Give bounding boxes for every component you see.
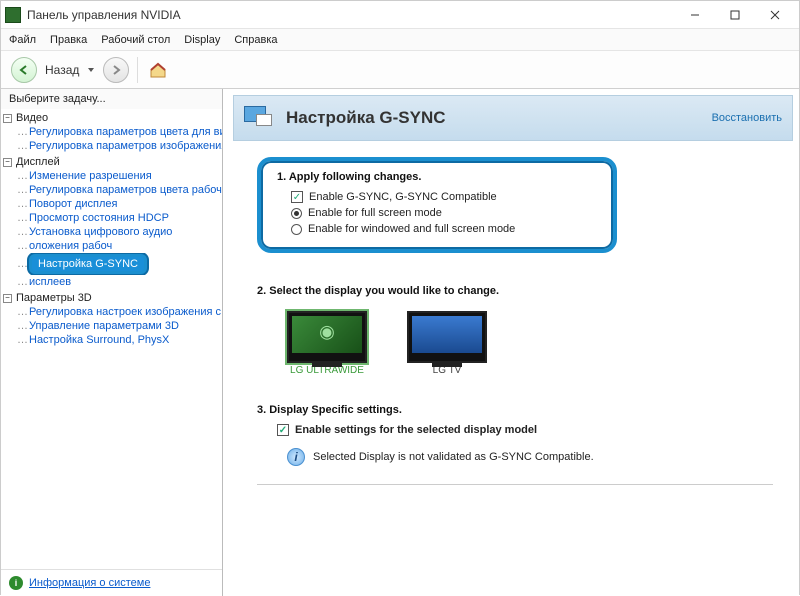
- tree-group-video[interactable]: −Видео: [3, 111, 222, 125]
- tree-item[interactable]: Регулировка параметров цвета для вид: [17, 125, 222, 139]
- tree-item[interactable]: Установка цифрового аудио: [17, 225, 222, 239]
- tree-group-display[interactable]: −Дисплей: [3, 155, 222, 169]
- tree-item[interactable]: Просмотр состояния HDCP: [17, 211, 222, 225]
- info-text: Selected Display is not validated as G-S…: [313, 451, 594, 463]
- monitor-icon: [407, 311, 487, 363]
- tree-item[interactable]: Настройка Surround, PhysX: [17, 333, 222, 347]
- restore-defaults-link[interactable]: Восстановить: [712, 112, 782, 124]
- windowed-label: Enable for windowed and full screen mode: [308, 223, 515, 235]
- menu-file[interactable]: Файл: [9, 34, 36, 46]
- tree-item[interactable]: Регулировка параметров изображения д: [17, 139, 222, 153]
- menu-desktop[interactable]: Рабочий стол: [101, 34, 170, 46]
- minimize-button[interactable]: [675, 4, 715, 26]
- content-footer-divider: [257, 484, 773, 485]
- maximize-button[interactable]: [715, 4, 755, 26]
- sidebar: Выберите задачу... −Видео Регулировка па…: [1, 89, 223, 596]
- display-option-2[interactable]: LG TV: [407, 311, 487, 376]
- menu-edit[interactable]: Правка: [50, 34, 87, 46]
- home-button[interactable]: [146, 58, 170, 82]
- step1-title: 1. Apply following changes.: [277, 171, 597, 183]
- step3-title: 3. Display Specific settings.: [257, 404, 773, 416]
- windowed-radio[interactable]: [291, 224, 302, 235]
- step1-highlight-box: 1. Apply following changes. ✓ Enable G-S…: [257, 157, 617, 253]
- nvidia-logo-icon: ◉: [319, 322, 335, 343]
- info-icon: i: [287, 448, 305, 466]
- menubar: Файл Правка Рабочий стол Display Справка: [1, 29, 799, 51]
- tree-item[interactable]: Управление параметрами 3D: [17, 319, 222, 333]
- toolbar-divider: [137, 57, 138, 83]
- tree-item[interactable]: Поворот дисплея: [17, 197, 222, 211]
- home-icon: [148, 61, 168, 79]
- sidebar-footer: i Информация о системе: [1, 569, 222, 596]
- toolbar: Назад: [1, 51, 799, 89]
- back-button[interactable]: [11, 57, 37, 83]
- close-button[interactable]: [755, 4, 795, 26]
- content-pane: Настройка G-SYNC Восстановить 1. Apply f…: [223, 89, 799, 596]
- sidebar-header: Выберите задачу...: [1, 89, 222, 109]
- system-info-icon: i: [9, 576, 23, 590]
- nvidia-app-icon: [5, 7, 21, 23]
- titlebar: Панель управления NVIDIA: [1, 1, 799, 29]
- back-history-dropdown[interactable]: [87, 66, 95, 74]
- fullscreen-radio[interactable]: [291, 208, 302, 219]
- monitor-icon: ◉: [287, 311, 367, 363]
- content-header: Настройка G-SYNC Восстановить: [233, 95, 793, 141]
- gsync-header-icon: [244, 104, 276, 132]
- collapse-icon[interactable]: −: [3, 158, 12, 167]
- system-info-link[interactable]: Информация о системе: [29, 577, 150, 589]
- enable-display-settings-label: Enable settings for the selected display…: [295, 424, 537, 436]
- tree-item[interactable]: оложения рабоч: [17, 239, 222, 253]
- task-tree: −Видео Регулировка параметров цвета для …: [1, 109, 222, 569]
- tree-item-gsync[interactable]: Настройка G-SYNC: [17, 253, 222, 275]
- enable-gsync-checkbox[interactable]: ✓: [291, 191, 303, 203]
- forward-button[interactable]: [103, 57, 129, 83]
- tree-item[interactable]: Регулировка настроек изображения с пр: [17, 305, 222, 319]
- back-label: Назад: [45, 63, 79, 77]
- fullscreen-label: Enable for full screen mode: [308, 207, 442, 219]
- collapse-icon[interactable]: −: [3, 114, 12, 123]
- back-arrow-icon: [17, 63, 31, 77]
- forward-arrow-icon: [109, 63, 123, 77]
- enable-gsync-label: Enable G-SYNC, G-SYNC Compatible: [309, 191, 497, 203]
- menu-display[interactable]: Display: [184, 34, 220, 46]
- window-title: Панель управления NVIDIA: [27, 8, 675, 22]
- step2-title: 2. Select the display you would like to …: [257, 285, 773, 297]
- display-option-1[interactable]: ◉ LG ULTRAWIDE: [287, 311, 367, 376]
- collapse-icon[interactable]: −: [3, 294, 12, 303]
- tree-group-3d[interactable]: −Параметры 3D: [3, 291, 222, 305]
- tree-item[interactable]: Изменение разрешения: [17, 169, 222, 183]
- tree-item[interactable]: исплеев: [17, 275, 222, 289]
- menu-help[interactable]: Справка: [234, 34, 277, 46]
- enable-display-settings-checkbox[interactable]: ✓: [277, 424, 289, 436]
- page-title: Настройка G-SYNC: [286, 108, 712, 128]
- tree-item[interactable]: Регулировка параметров цвета рабочег: [17, 183, 222, 197]
